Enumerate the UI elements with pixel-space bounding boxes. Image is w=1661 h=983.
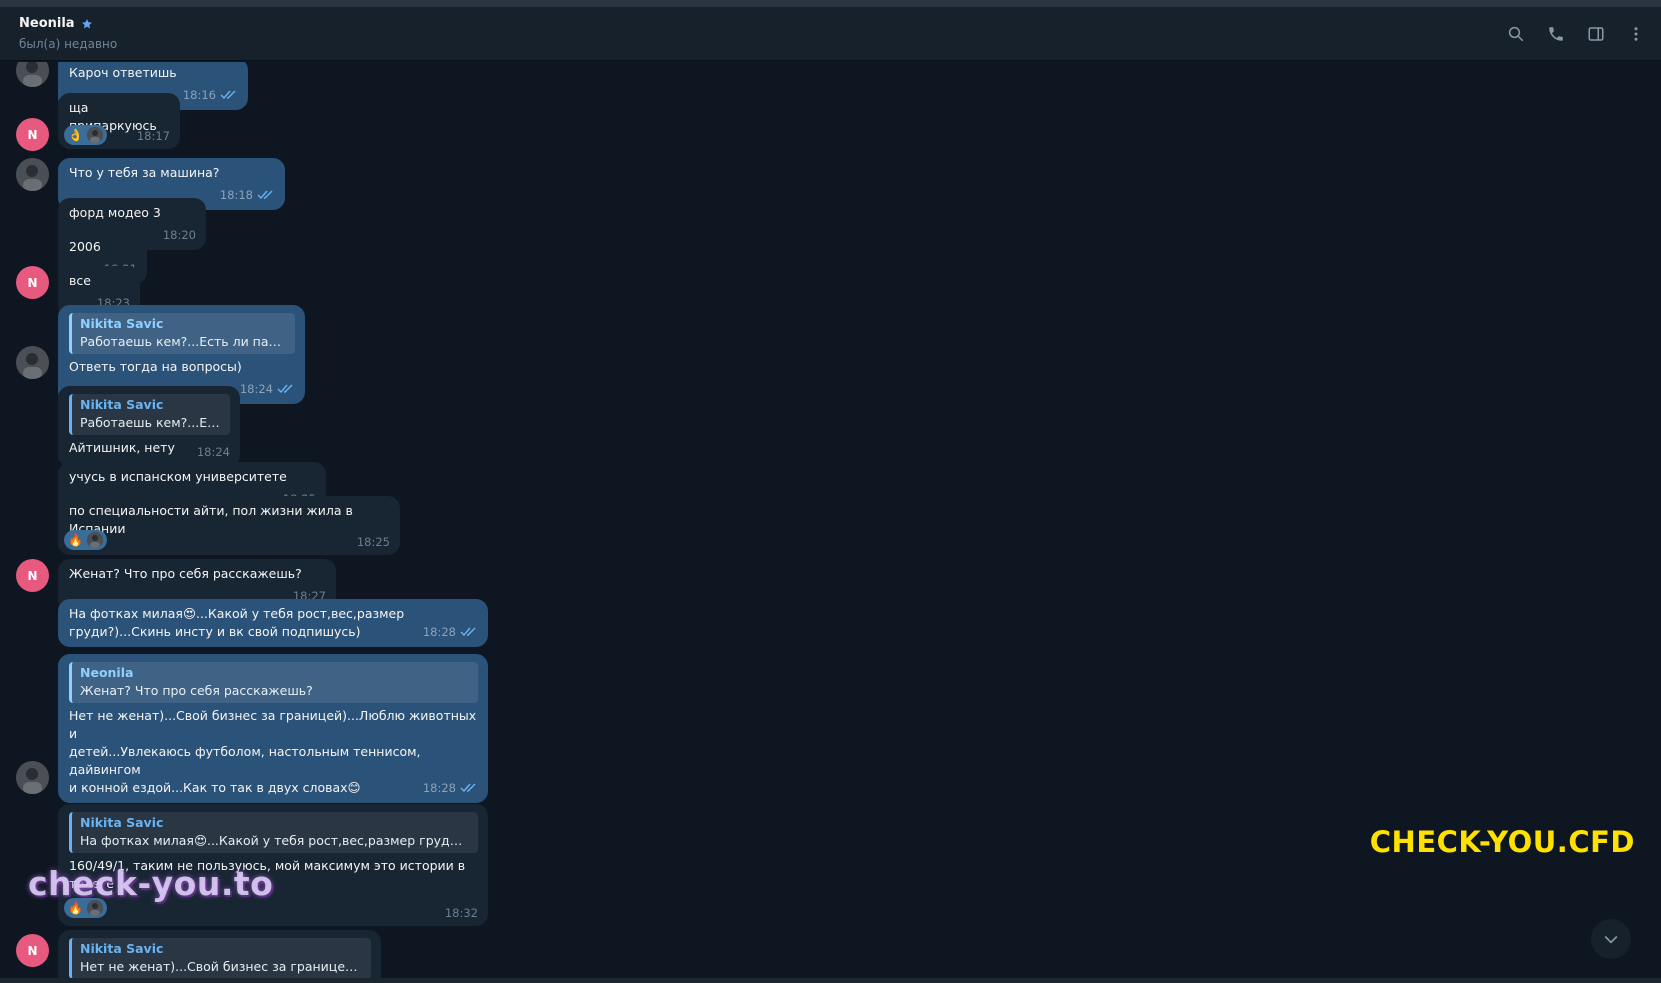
chevron-down-icon	[1604, 935, 1618, 944]
avatar[interactable]	[16, 761, 49, 794]
phone-icon[interactable]	[1545, 23, 1567, 45]
message-time: 18:28	[423, 623, 478, 641]
contact-status: был(а) недавно	[19, 37, 118, 51]
reply-author: Nikita Savic	[80, 316, 164, 331]
reply-author: Nikita Savic	[80, 815, 164, 830]
message-text: Женат? Что про себя расскажешь?	[69, 566, 302, 581]
message-bubble-outgoing[interactable]: На фотках милая😍...Какой у тебя рост,вес…	[58, 599, 488, 647]
reply-author: Neonila	[80, 665, 134, 680]
reply-quote[interactable]: Nikita Savic На фотках милая😍...Какой у …	[69, 812, 478, 853]
avatar[interactable]	[16, 346, 49, 379]
reaction-emoji: 🔥	[68, 901, 83, 915]
reaction-chip[interactable]: 👌	[64, 125, 107, 145]
watermark-left: check-you.to	[28, 864, 274, 903]
watermark-right: CHECK-YOU.CFD	[1369, 825, 1635, 859]
message-bubble-incoming[interactable]: Nikita Savic Нет не женат)...Свой бизнес…	[58, 930, 381, 978]
message-text: Кароч ответишь	[69, 65, 177, 80]
chat-header: Neonila был(а) недавно	[0, 7, 1661, 61]
message-text: Что у тебя за машина?	[69, 165, 220, 180]
reaction-chip[interactable]: 🔥	[64, 530, 107, 550]
message-text-line: На фотках милая😍...Какой у тебя рост,вес…	[69, 606, 405, 621]
message-bubble-incoming[interactable]: по специальности айти, пол жизни жила в …	[58, 496, 400, 555]
reply-text: Нет не женат)...Свой бизнес за границей)…	[80, 959, 363, 974]
avatar[interactable]	[16, 158, 49, 191]
reaction-avatar	[86, 532, 103, 548]
double-check-icon	[460, 783, 476, 793]
reaction-emoji: 👌	[68, 128, 83, 142]
message-text: Ответь тогда на вопросы)	[69, 359, 242, 374]
double-check-icon	[220, 90, 236, 100]
scroll-to-bottom-button[interactable]	[1591, 919, 1631, 959]
message-bubble-incoming[interactable]: ща припаркуюсь 👌 18:17	[58, 93, 180, 149]
double-check-icon	[460, 627, 476, 637]
message-time: 18:28	[423, 779, 478, 797]
message-text-line: и конной ездой...Как то так в двух слова…	[69, 780, 361, 795]
double-check-icon	[277, 384, 293, 394]
message-text: по специальности айти, пол жизни жила в …	[69, 503, 353, 536]
message-text-line: Нет не женат)...Свой бизнес за границей)…	[69, 708, 477, 741]
header-actions	[1505, 23, 1647, 45]
message-time: 18:24	[196, 445, 230, 459]
avatar-initial[interactable]: N	[16, 934, 49, 967]
avatar[interactable]	[16, 62, 49, 87]
more-vertical-icon[interactable]	[1625, 23, 1647, 45]
star-icon	[81, 18, 92, 28]
message-time: 18:32	[444, 906, 478, 920]
message-bubble-incoming[interactable]: Nikita Savic Работаешь кем?...Ест... Айт…	[58, 386, 240, 467]
reply-quote[interactable]: Nikita Savic Работаешь кем?...Ест...	[69, 394, 230, 435]
message-time: 18:24	[240, 380, 295, 398]
avatar-initial[interactable]: N	[16, 118, 49, 151]
message-text: все	[69, 273, 91, 288]
message-bubble-outgoing[interactable]: Neonila Женат? Что про себя расскажешь? …	[58, 654, 488, 803]
message-text: 2006	[69, 239, 101, 254]
reply-quote[interactable]: Neonila Женат? Что про себя расскажешь?	[69, 662, 478, 703]
message-time: 18:18	[220, 186, 275, 204]
window-top-strip	[0, 0, 1661, 7]
contact-name[interactable]: Neonila	[19, 16, 75, 31]
window-bottom-strip	[0, 978, 1661, 983]
reply-text: Работаешь кем?...Есть ли парен...	[80, 334, 287, 349]
message-time: 18:16	[183, 86, 238, 104]
message-time: 18:17	[136, 129, 170, 143]
reaction-emoji: 🔥	[68, 533, 83, 547]
avatar-initial[interactable]: N	[16, 266, 49, 299]
message-text-line: груди?)...Скинь инсту и вк свой подпишус…	[69, 624, 361, 639]
message-time: 18:25	[356, 535, 390, 549]
contact-name-row[interactable]: Neonila	[19, 16, 93, 31]
avatar-initial[interactable]: N	[16, 559, 49, 592]
message-time: 18:20	[162, 228, 196, 242]
double-check-icon	[257, 190, 273, 200]
search-icon[interactable]	[1505, 23, 1527, 45]
sidebar-toggle-icon[interactable]	[1585, 23, 1607, 45]
message-text-line: детей...Увлекаюсь футболом, настольным т…	[69, 744, 421, 777]
reply-text: На фотках милая😍...Какой у тебя рост,вес…	[80, 833, 470, 848]
reply-text: Женат? Что про себя расскажешь?	[80, 683, 313, 698]
message-text: учусь в испанском университете	[69, 469, 287, 484]
message-text: Айтишник, нету	[69, 440, 175, 455]
reply-author: Nikita Savic	[80, 941, 164, 956]
reaction-avatar	[86, 127, 103, 143]
reply-author: Nikita Savic	[80, 397, 164, 412]
reply-text: Работаешь кем?...Ест...	[80, 415, 222, 430]
message-text: форд модео 3	[69, 205, 161, 220]
reply-quote[interactable]: Nikita Savic Работаешь кем?...Есть ли па…	[69, 313, 295, 354]
reply-quote[interactable]: Nikita Savic Нет не женат)...Свой бизнес…	[69, 938, 371, 978]
